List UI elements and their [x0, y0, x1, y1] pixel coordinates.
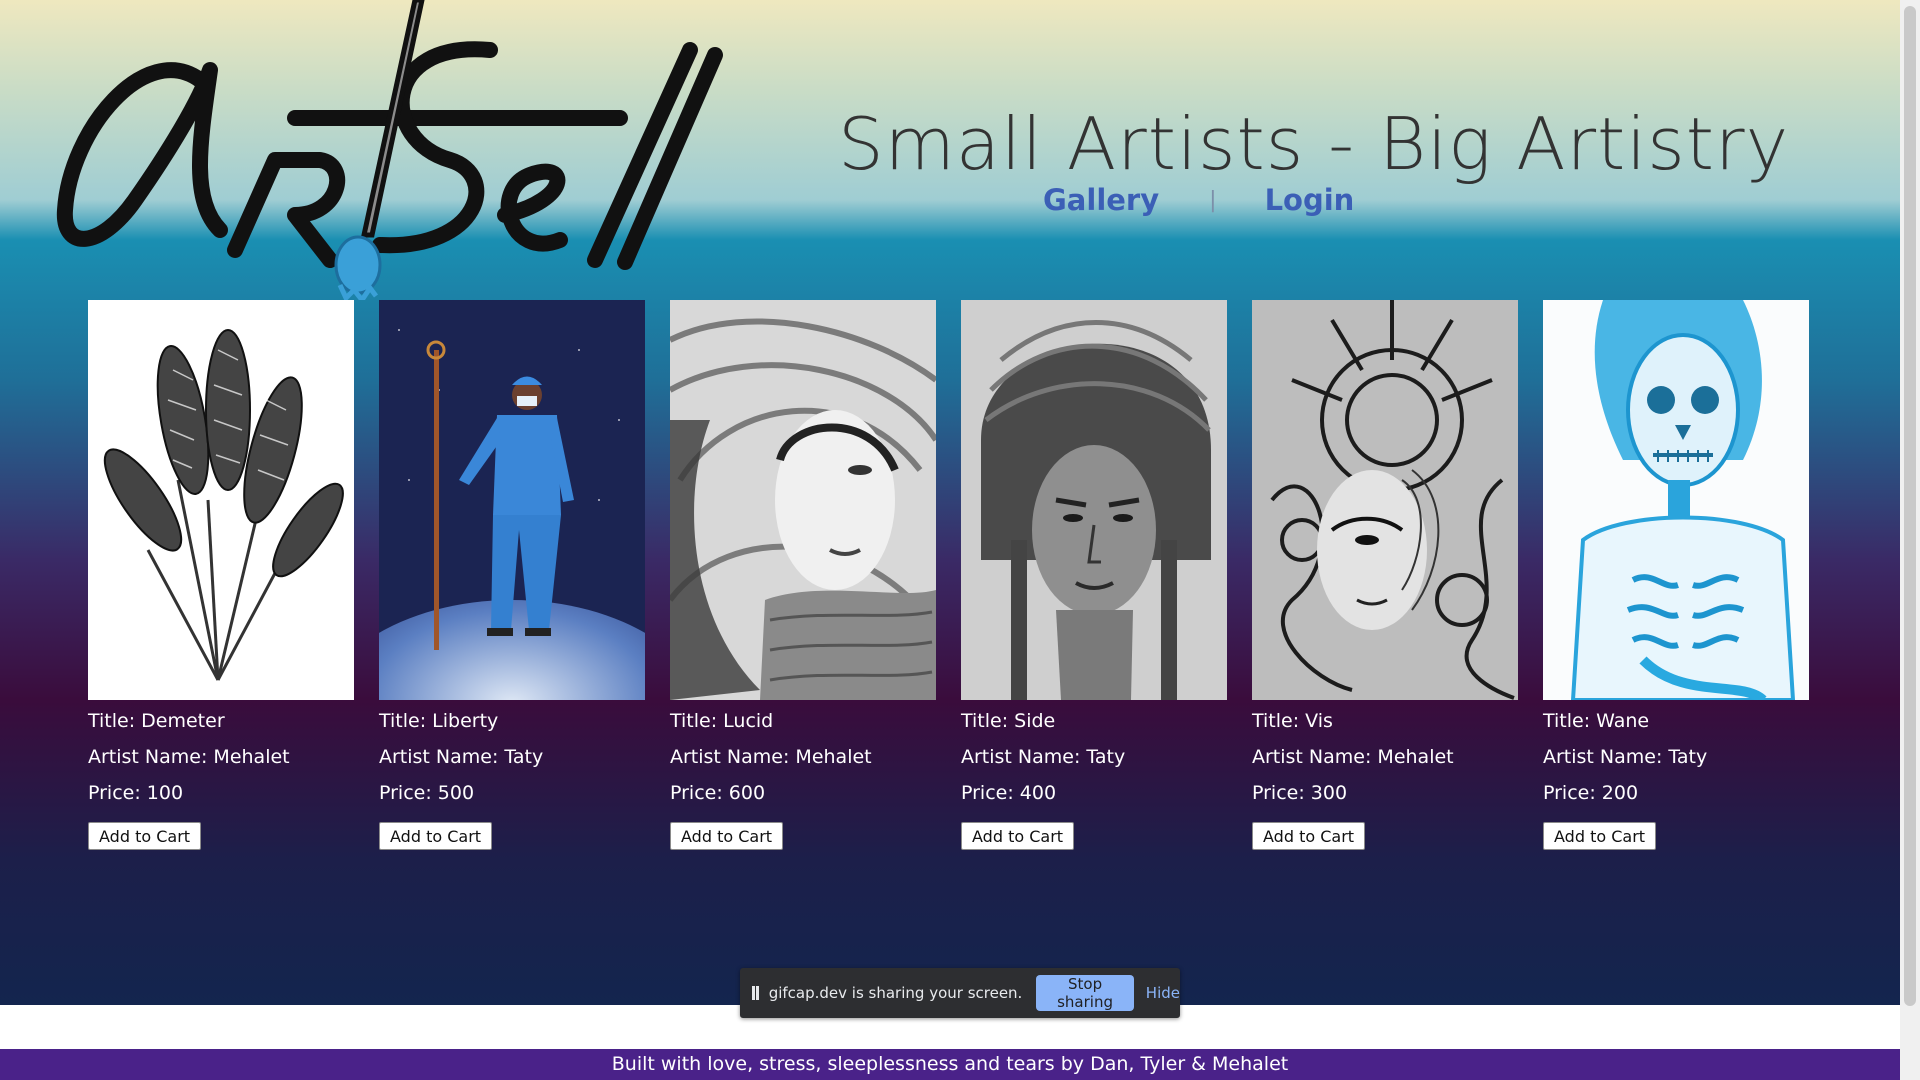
- artwork-price: Price: 600: [670, 782, 766, 804]
- artwork-artist: Artist Name: Mehalet: [670, 746, 872, 768]
- artwork-title: Title: Lucid: [670, 710, 774, 732]
- nav-login-link[interactable]: Login: [1265, 183, 1355, 217]
- artwork-image-demeter[interactable]: [88, 300, 354, 700]
- pause-icon[interactable]: [752, 986, 759, 1000]
- artwork-price: Price: 300: [1252, 782, 1348, 804]
- artwork-price: Price: 200: [1543, 782, 1639, 804]
- artwork-artist: Artist Name: Mehalet: [88, 746, 290, 768]
- nav-gallery-link[interactable]: Gallery: [1043, 183, 1159, 217]
- artwork-title: Title: Side: [961, 710, 1056, 732]
- artwork-card: Title: Demeter Artist Name: Mehalet Pric…: [88, 300, 354, 850]
- stop-sharing-button[interactable]: Stop sharing: [1036, 975, 1134, 1011]
- main-content: Small Artists - Big Artistry Gallery | L…: [0, 0, 1900, 1018]
- main-nav: Gallery | Login: [1043, 183, 1354, 217]
- artwork-card: Title: Liberty Artist Name: Taty Price: …: [379, 300, 645, 850]
- artwork-image-liberty[interactable]: [379, 300, 645, 700]
- artwork-title: Title: Vis: [1252, 710, 1333, 732]
- artwork-artist: Artist Name: Taty: [961, 746, 1126, 768]
- artwork-image-side[interactable]: [961, 300, 1227, 700]
- artwork-card: Title: Lucid Artist Name: Mehalet Price:…: [670, 300, 936, 850]
- footer: Built with love, stress, sleeplessness a…: [0, 1049, 1900, 1080]
- gallery-grid: Title: Demeter Artist Name: Mehalet Pric…: [88, 300, 1809, 850]
- artwork-artist: Artist Name: Taty: [379, 746, 544, 768]
- paintbrush-icon: [334, 0, 425, 300]
- add-to-cart-button[interactable]: Add to Cart: [379, 822, 493, 850]
- artwork-image-lucid[interactable]: [670, 300, 936, 700]
- scrollbar-thumb[interactable]: [1904, 6, 1916, 1006]
- screen-share-text: gifcap.dev is sharing your screen.: [768, 984, 1023, 1002]
- nav-separator: |: [1209, 187, 1217, 213]
- artwork-artist: Artist Name: Mehalet: [1252, 746, 1454, 768]
- artwork-image-wane[interactable]: [1543, 300, 1809, 700]
- vertical-scrollbar[interactable]: [1900, 0, 1920, 1080]
- artwork-price: Price: 400: [961, 782, 1057, 804]
- add-to-cart-button[interactable]: Add to Cart: [670, 822, 784, 850]
- screen-share-bar: gifcap.dev is sharing your screen. Stop …: [740, 968, 1180, 1018]
- add-to-cart-button[interactable]: Add to Cart: [1252, 822, 1366, 850]
- add-to-cart-button[interactable]: Add to Cart: [961, 822, 1075, 850]
- add-to-cart-button[interactable]: Add to Cart: [88, 822, 202, 850]
- artwork-title: Title: Wane: [1543, 710, 1650, 732]
- add-to-cart-button[interactable]: Add to Cart: [1543, 822, 1657, 850]
- artwork-artist: Artist Name: Taty: [1543, 746, 1708, 768]
- artwork-title: Title: Liberty: [379, 710, 499, 732]
- page: Small Artists - Big Artistry Gallery | L…: [0, 0, 1920, 1080]
- artwork-price: Price: 100: [88, 782, 184, 804]
- artwork-card: Title: Wane Artist Name: Taty Price: 200…: [1543, 300, 1809, 850]
- artwork-card: Title: Side Artist Name: Taty Price: 400…: [961, 300, 1227, 850]
- artwork-title: Title: Demeter: [88, 710, 225, 732]
- artwork-image-vis[interactable]: [1252, 300, 1518, 700]
- tagline: Small Artists - Big Artistry: [838, 102, 1790, 186]
- artsell-logo[interactable]: [50, 0, 730, 300]
- artwork-card: Title: Vis Artist Name: Mehalet Price: 3…: [1252, 300, 1518, 850]
- hide-share-bar-button[interactable]: Hide: [1146, 984, 1180, 1002]
- artwork-price: Price: 500: [379, 782, 475, 804]
